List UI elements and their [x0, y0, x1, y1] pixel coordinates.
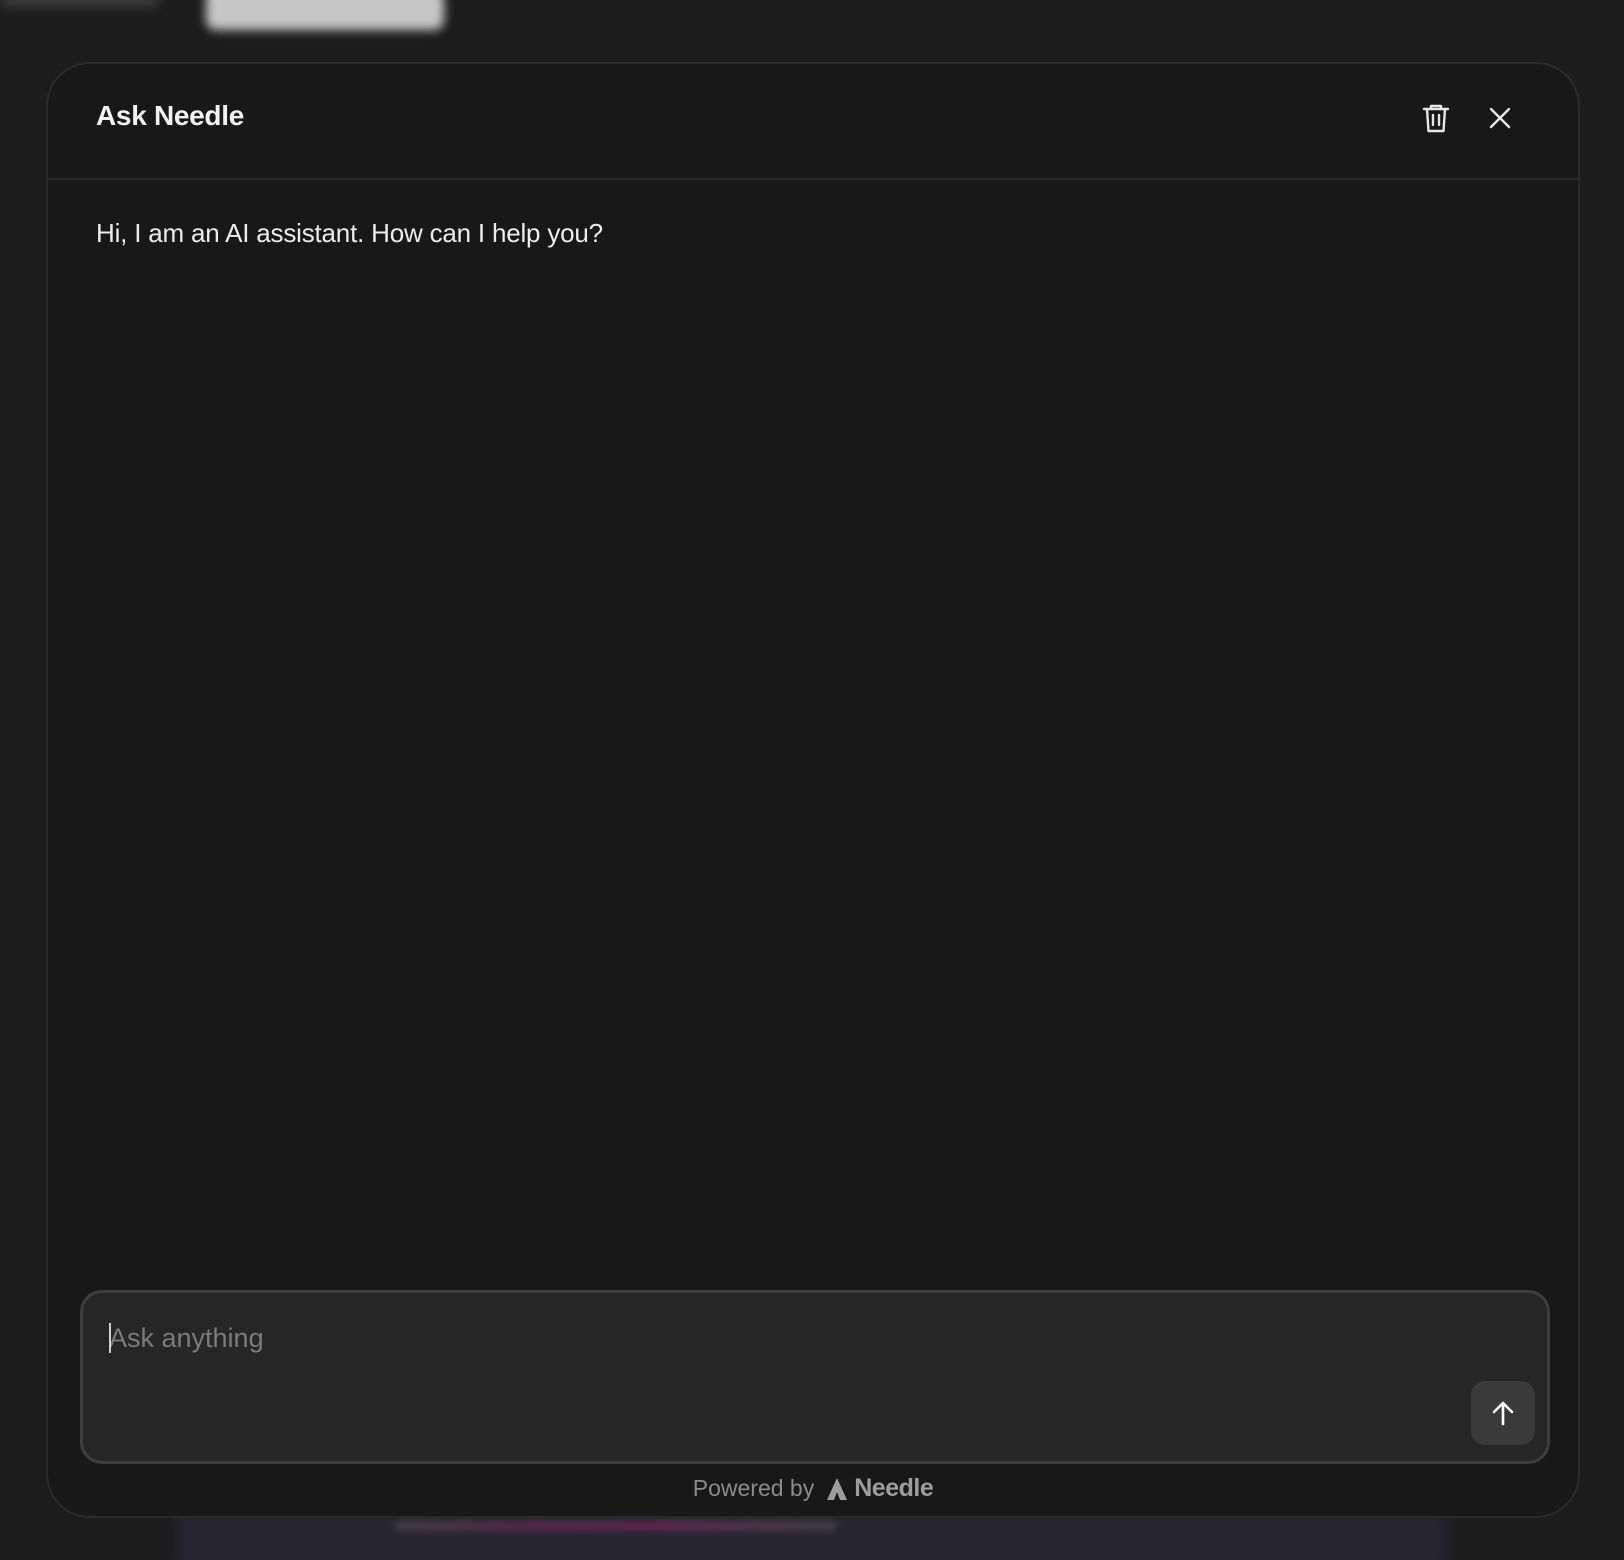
dialog-title: Ask Needle: [96, 100, 244, 131]
text-caret: [109, 1323, 111, 1353]
ask-input[interactable]: [107, 1317, 1491, 1359]
brand-name: Needle: [854, 1474, 934, 1502]
close-icon: [1489, 107, 1511, 129]
blurred-background-button: [206, 0, 444, 30]
blurred-background-text: [396, 1522, 836, 1530]
message-composer: [80, 1290, 1550, 1464]
trash-icon: [1422, 104, 1450, 133]
needle-logo-icon: [827, 1477, 848, 1500]
powered-by-footer: Powered by Needle: [48, 1474, 1578, 1503]
send-button[interactable]: [1471, 1381, 1535, 1445]
dialog-header: Ask Needle: [48, 64, 1578, 180]
powered-by-label: Powered by: [692, 1475, 815, 1501]
arrow-up-icon: [1492, 1401, 1514, 1426]
ask-needle-dialog: Ask Needle Hi, I am an AI assistant. How…: [46, 62, 1580, 1518]
needle-brand-link[interactable]: Needle: [826, 1474, 934, 1503]
close-dialog-button[interactable]: [1478, 96, 1522, 140]
clear-chat-button[interactable]: [1414, 96, 1458, 140]
assistant-message: Hi, I am an AI assistant. How can I help…: [96, 218, 603, 248]
blurred-background-element: [0, 0, 160, 6]
